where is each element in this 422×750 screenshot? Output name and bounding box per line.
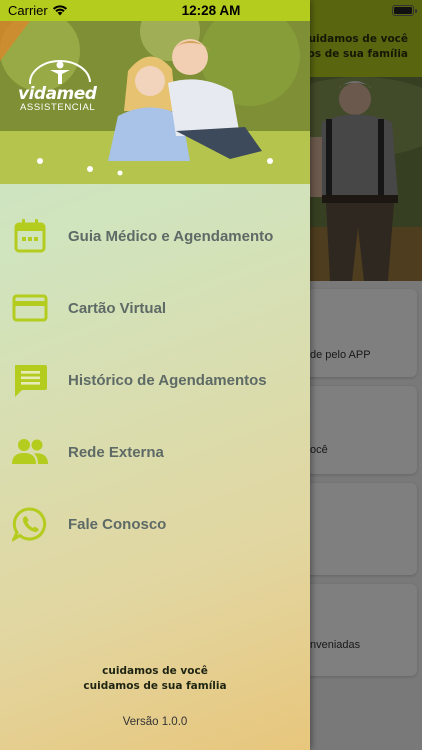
vidamed-logo: vidamed ASSISTENCIAL	[18, 58, 108, 113]
menu-item-label: Rede Externa	[68, 444, 164, 461]
credit-card-icon	[12, 290, 48, 326]
calendar-icon	[12, 218, 48, 254]
menu-item-guia-medico[interactable]: Guia Médico e Agendamento	[0, 200, 310, 272]
menu-item-label: Cartão Virtual	[68, 300, 167, 317]
menu-item-fale-conosco[interactable]: Fale Conosco	[0, 488, 310, 560]
menu-item-historico[interactable]: Histórico de Agendamentos	[0, 344, 310, 416]
whatsapp-icon	[10, 506, 48, 543]
navigation-drawer: vidamed ASSISTENCIAL Guia Médico e Agend…	[0, 0, 310, 750]
logo-subtitle: ASSISTENCIAL	[20, 102, 96, 113]
menu-item-label: Guia Médico e Agendamento	[68, 228, 274, 245]
message-icon	[12, 362, 48, 398]
drawer-menu: Guia Médico e Agendamento Cartão Virtual	[0, 200, 310, 560]
footer-slogan: cuidamos de você cuidamos de sua família	[0, 664, 310, 694]
footer-slogan-line2: cuidamos de sua família	[83, 680, 227, 692]
status-time: 12:28 AM	[181, 3, 241, 18]
status-bar: Carrier 12:28 AM	[0, 0, 422, 22]
menu-item-label: Histórico de Agendamentos	[68, 372, 267, 389]
menu-item-label: Fale Conosco	[68, 516, 167, 533]
people-icon	[12, 434, 48, 470]
drawer-header: vidamed ASSISTENCIAL	[0, 0, 310, 184]
app-version: Versão 1.0.0	[122, 716, 188, 728]
battery-icon	[392, 5, 417, 16]
menu-item-rede-externa[interactable]: Rede Externa	[0, 416, 310, 488]
logo-name: vidamed	[18, 84, 97, 104]
menu-item-cartao-virtual[interactable]: Cartão Virtual	[0, 272, 310, 344]
footer-slogan-line1: cuidamos de você	[102, 665, 208, 677]
